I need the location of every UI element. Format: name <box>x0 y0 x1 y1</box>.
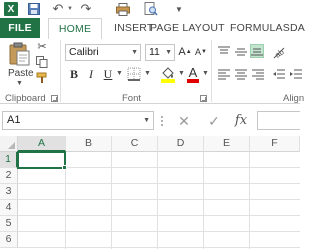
enter-check-icon[interactable]: ✓ <box>206 113 222 129</box>
align-right-icon[interactable] <box>251 67 265 81</box>
group-divider <box>211 40 212 102</box>
active-cell-a1[interactable] <box>17 151 66 169</box>
customize-qat-icon[interactable]: ▼ <box>174 2 184 16</box>
group-divider <box>60 40 61 102</box>
font-launcher-icon[interactable] <box>200 95 207 102</box>
tab-file[interactable]: FILE <box>0 18 40 38</box>
cut-icon[interactable]: ✂ <box>36 40 48 53</box>
fill-color-icon[interactable] <box>160 65 176 83</box>
paste-icon[interactable] <box>7 42 31 66</box>
alignment-group-label: Align <box>283 93 305 104</box>
name-box[interactable]: A1 ▼ <box>2 111 154 130</box>
font-color-letter: A <box>189 65 198 80</box>
row-header[interactable]: 6 <box>0 232 18 248</box>
chevron-down-icon[interactable]: ▼ <box>143 112 150 129</box>
font-color-icon[interactable]: A <box>186 65 200 83</box>
italic-button[interactable]: I <box>84 66 98 82</box>
clipboard-group-label: Clipboard <box>5 93 46 104</box>
orientation-icon[interactable]: ab <box>272 45 286 60</box>
decrease-font-size-icon[interactable]: A ▼ <box>194 45 208 59</box>
copy-icon[interactable] <box>36 56 48 68</box>
column-header[interactable]: F <box>250 136 300 152</box>
tab-home[interactable]: HOME <box>48 18 102 39</box>
tab-formulas[interactable]: FORMULAS <box>230 18 290 38</box>
top-align-icon[interactable] <box>217 45 231 59</box>
bold-button[interactable]: B <box>67 66 81 82</box>
chevron-down-icon[interactable]: ▼ <box>131 45 138 60</box>
column-header[interactable]: B <box>66 136 112 152</box>
paste-dropdown-icon[interactable]: ▼ <box>16 80 23 87</box>
row-header[interactable]: 3 <box>0 184 18 200</box>
column-header[interactable]: E <box>204 136 250 152</box>
name-box-value: A1 <box>7 114 21 126</box>
underline-button[interactable]: U <box>101 66 115 82</box>
font-group-label: Font <box>122 93 142 104</box>
borders-icon[interactable] <box>127 67 141 81</box>
cancel-icon[interactable]: ✕ <box>176 113 192 129</box>
tab-page-layout[interactable]: PAGE LAYOUT <box>150 18 225 38</box>
column-header[interactable]: A <box>18 136 66 152</box>
fill-handle[interactable] <box>62 165 67 170</box>
column-header[interactable]: C <box>112 136 158 152</box>
tab-data[interactable]: DA <box>290 18 305 38</box>
format-painter-icon[interactable] <box>36 72 48 84</box>
grid-line <box>18 247 300 248</box>
print-preview-icon[interactable] <box>144 2 158 16</box>
select-all-corner[interactable] <box>0 136 18 152</box>
font-size-value: 11 <box>149 46 160 58</box>
font-name-select[interactable]: Calibri ▼ <box>65 44 141 61</box>
grid-line <box>18 199 300 200</box>
row-header[interactable]: 4 <box>0 200 18 216</box>
grid-line <box>18 215 300 216</box>
undo-dropdown-icon[interactable]: ▼ <box>67 2 73 16</box>
ribbon-tabs: FILE HOME INSERT PAGE LAYOUT FORMULAS DA <box>0 18 305 56</box>
insert-function-icon[interactable]: fx <box>232 111 250 129</box>
grid-line <box>18 231 300 232</box>
paste-label[interactable]: Paste <box>8 68 34 79</box>
borders-dropdown-icon[interactable]: ▼ <box>144 70 151 77</box>
align-left-icon[interactable] <box>217 67 231 81</box>
align-center-icon[interactable] <box>234 67 248 81</box>
formula-bar: A1 ▼ ✕ ✓ fx <box>0 104 300 136</box>
increase-indent-icon[interactable] <box>289 67 303 81</box>
middle-align-icon[interactable] <box>234 45 248 59</box>
grid-line <box>18 183 300 184</box>
font-color-dropdown-icon[interactable]: ▼ <box>202 70 209 77</box>
quick-access-toolbar: X ↶ ▼ ↷ ▼ <box>0 0 300 18</box>
redo-icon[interactable]: ↷ <box>80 1 92 16</box>
formula-input[interactable] <box>257 111 300 130</box>
ribbon-home: Paste ▼ ✂ Clipboard Calibri ▼ 11 ▼ A ▲ A ▼… <box>0 38 304 104</box>
excel-logo-icon: X <box>4 2 18 16</box>
print-icon[interactable] <box>116 2 130 16</box>
save-icon[interactable] <box>28 2 40 16</box>
fill-color-dropdown-icon[interactable]: ▼ <box>178 70 185 77</box>
clipboard-launcher-icon[interactable] <box>51 95 58 102</box>
row-header[interactable]: 2 <box>0 168 18 184</box>
resize-handle-icon[interactable] <box>160 115 164 127</box>
underline-dropdown-icon[interactable]: ▼ <box>116 70 123 77</box>
decrease-indent-icon[interactable] <box>272 67 286 81</box>
row-header[interactable]: 5 <box>0 216 18 232</box>
bottom-align-icon[interactable] <box>250 44 264 58</box>
column-header[interactable]: D <box>158 136 204 152</box>
font-name-value: Calibri <box>69 46 99 58</box>
undo-icon[interactable]: ↶ <box>52 1 64 16</box>
worksheet-grid[interactable]: A B C D E F 1 2 3 4 5 6 <box>0 136 300 249</box>
tab-insert[interactable]: INSERT <box>114 18 154 38</box>
font-size-select[interactable]: 11 ▼ <box>145 44 175 61</box>
row-header[interactable]: 1 <box>0 152 18 168</box>
chevron-down-icon[interactable]: ▼ <box>165 45 172 60</box>
increase-font-size-icon[interactable]: A ▲ <box>178 45 192 59</box>
